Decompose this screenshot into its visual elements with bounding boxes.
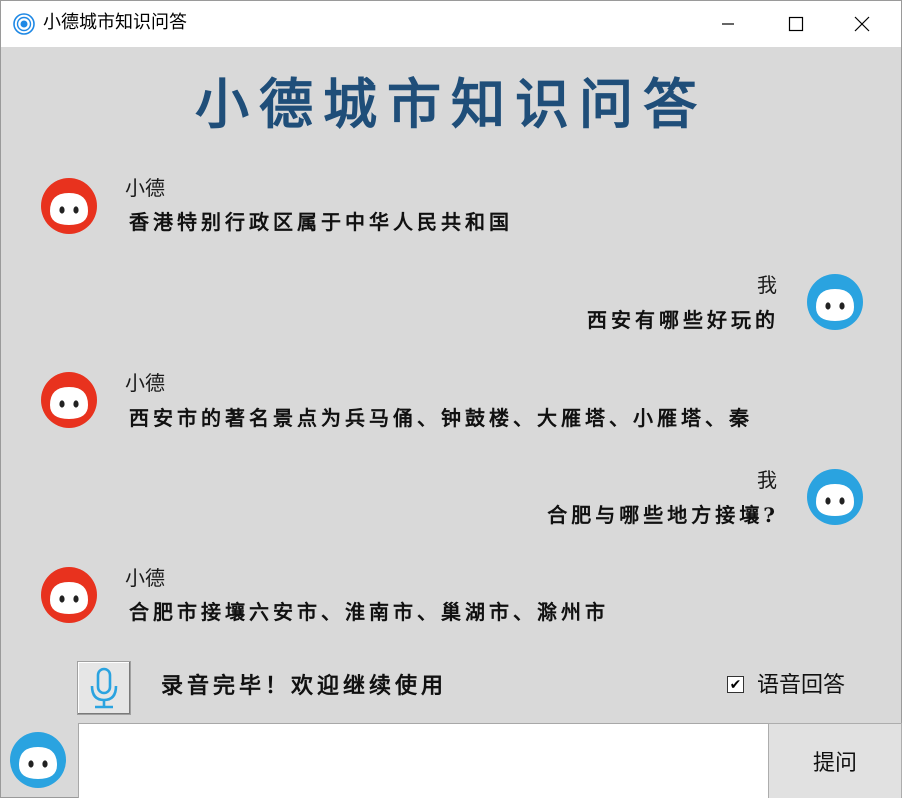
title-bar: 小德城市知识问答	[1, 1, 901, 47]
status-text: 录音完毕！欢迎继续使用	[161, 673, 448, 699]
message-text: 合肥与哪些地方接壤?	[547, 503, 779, 527]
message-text: 西安有哪些好玩的	[587, 308, 779, 332]
bot-avatar-icon	[41, 567, 97, 623]
voice-answer-label[interactable]: 语音回答	[757, 672, 845, 700]
voice-answer-checkbox[interactable]: ✔	[727, 676, 744, 693]
message-sender: 小德	[125, 176, 165, 200]
message-text: 香港特别行政区属于中华人民共和国	[129, 210, 513, 234]
user-avatar-icon	[807, 469, 863, 525]
message-text: 合肥市接壤六安市、淮南市、巢湖市、滁州市	[129, 600, 609, 624]
message-sender: 小德	[125, 566, 165, 590]
message-sender: 我	[757, 468, 777, 492]
ask-button[interactable]: 提问	[768, 723, 902, 798]
user-avatar-icon	[10, 732, 66, 788]
bot-avatar-icon	[41, 178, 97, 234]
message-text: 西安市的著名景点为兵马俑、钟鼓楼、大雁塔、小雁塔、秦	[129, 406, 753, 430]
minimize-button[interactable]	[697, 1, 759, 47]
user-avatar-icon	[807, 274, 863, 330]
message-sender: 小德	[125, 371, 165, 395]
app-window: 小德城市知识问答 小德城市知识问答 小德 香港特别行政区属于中华人民共和国 我 …	[0, 0, 902, 798]
record-button[interactable]	[77, 661, 131, 715]
window-title: 小德城市知识问答	[43, 12, 187, 33]
minimize-icon	[722, 23, 734, 25]
page-title: 小德城市知识问答	[195, 72, 707, 136]
maximize-icon	[788, 16, 804, 32]
question-input[interactable]	[78, 723, 768, 798]
app-icon	[13, 13, 35, 35]
maximize-button[interactable]	[765, 1, 827, 47]
close-button[interactable]	[831, 1, 893, 47]
message-sender: 我	[757, 273, 777, 297]
close-icon	[854, 16, 870, 32]
microphone-icon	[90, 667, 118, 709]
bot-avatar-icon	[41, 372, 97, 428]
checkmark-icon: ✔	[729, 676, 742, 693]
